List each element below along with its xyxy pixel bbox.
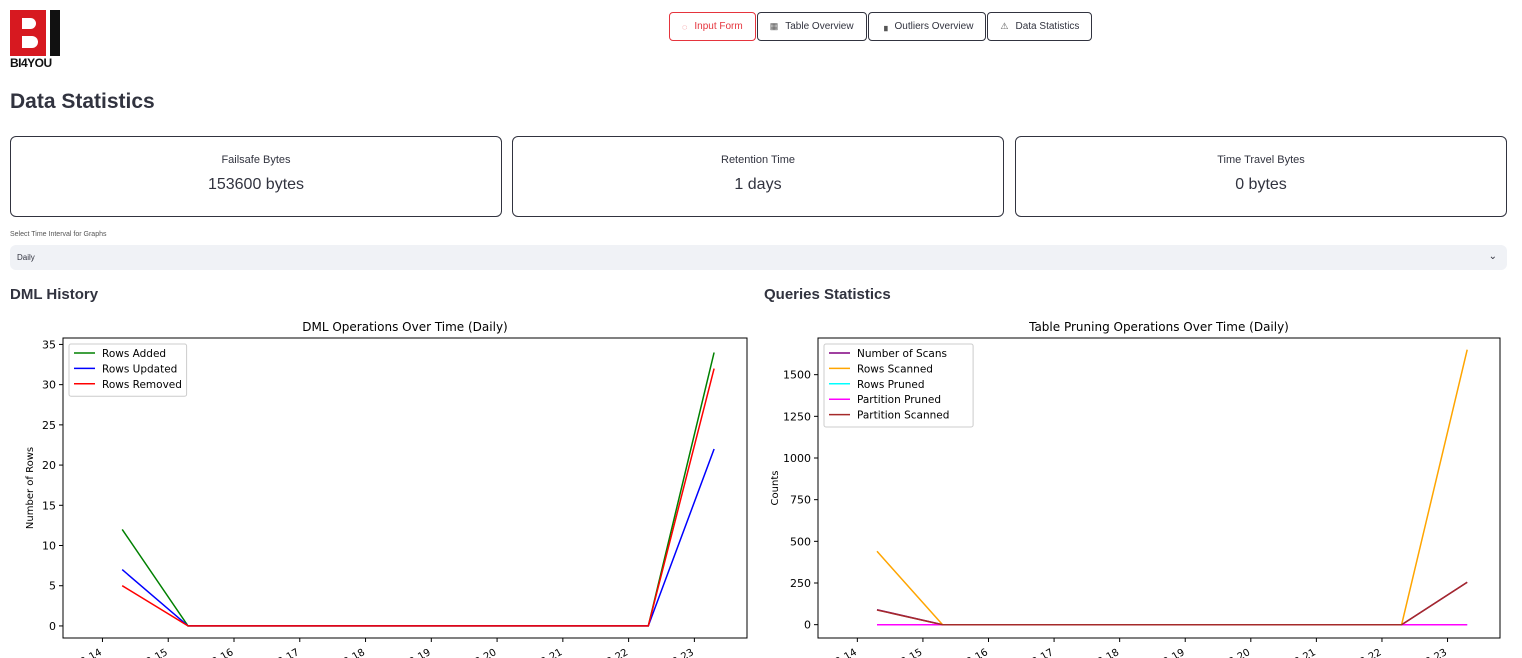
nav-input-form-button[interactable]: ◌ Input Form (669, 12, 756, 41)
legend-label: Partition Pruned (857, 394, 941, 406)
dml-history-heading: DML History (10, 286, 99, 303)
legend-label: Number of Scans (857, 348, 947, 360)
logo-i-mark (50, 10, 60, 56)
top-nav: ◌ Input Form ▦ Table Overview ▗ Outliers… (669, 12, 1093, 41)
y-axis-label: Counts (770, 471, 781, 506)
metric-card-failsafe: Failsafe Bytes 153600 bytes (10, 136, 502, 217)
nav-label: Data Statistics (1015, 21, 1080, 32)
legend-label: Rows Updated (102, 363, 177, 375)
chevron-down-icon: ⌄ (1488, 251, 1497, 262)
interval-select-value: Daily (17, 253, 35, 262)
x-tick-label: 2-21 (539, 647, 564, 658)
x-tick-label: 2-22 (1358, 647, 1383, 658)
legend-label: Rows Pruned (857, 379, 925, 391)
page-title: Data Statistics (10, 90, 155, 113)
y-tick-label: 35 (42, 338, 56, 351)
y-tick-label: 1250 (783, 410, 811, 423)
metric-value: 153600 bytes (207, 176, 305, 193)
metric-card-time-travel: Time Travel Bytes 0 bytes (1015, 136, 1507, 217)
y-tick-label: 20 (42, 459, 56, 472)
x-tick-label: 2-23 (671, 647, 696, 658)
dml-operations-chart: DML Operations Over Time (Daily) 0 5 10 15 20… (25, 320, 748, 658)
metric-value: 0 bytes (1235, 176, 1287, 193)
nav-label: Outliers Overview (894, 21, 974, 32)
x-tick-label: -2-14 (76, 647, 104, 658)
y-tick-label: 15 (42, 499, 56, 512)
y-tick-label: 10 (42, 540, 56, 553)
legend-label: Rows Scanned (857, 363, 933, 375)
series-line-number-of-scans (876, 581, 1468, 626)
x-tick-label: 2-15 (145, 647, 170, 658)
logo-b-mark (10, 10, 46, 56)
nav-table-overview-button[interactable]: ▦ Table Overview (756, 12, 867, 41)
nav-label: Table Overview (785, 21, 854, 32)
metric-label: Failsafe Bytes (221, 154, 291, 166)
interval-select[interactable]: Daily ⌄ (10, 245, 1507, 270)
nav-outliers-overview-button[interactable]: ▗ Outliers Overview (867, 12, 987, 41)
x-tick-label: 2-16 (965, 647, 990, 658)
y-tick-label: 750 (790, 494, 811, 507)
x-tick-label: 2-20 (473, 647, 498, 658)
chart-title: Table Pruning Operations Over Time (Dail… (1028, 320, 1289, 334)
x-tick-label: 2-17 (276, 647, 301, 658)
y-tick-label: 25 (42, 419, 56, 432)
metric-card-retention: Retention Time 1 days (512, 136, 1004, 217)
y-tick-label: 0 (804, 619, 811, 632)
nav-label: Input Form (694, 21, 743, 32)
x-tick-label: 2-23 (1424, 647, 1449, 658)
series-line-rows-removed (121, 368, 715, 627)
chart-title: DML Operations Over Time (Daily) (302, 320, 507, 334)
logo-text: BI4YOU (10, 56, 52, 70)
legend-label: Rows Removed (102, 379, 182, 391)
y-axis-label: Number of Rows (25, 447, 36, 529)
x-tick-label: 2-21 (1293, 647, 1318, 658)
y-tick-label: 500 (790, 535, 811, 548)
x-tick-label: 2-22 (605, 647, 630, 658)
x-tick-label: 2-19 (408, 647, 433, 658)
x-tick-label: 2-19 (1162, 647, 1187, 658)
series-line-rows-updated (121, 448, 715, 627)
y-tick-label: 0 (49, 620, 56, 633)
metric-label: Time Travel Bytes (1217, 154, 1305, 166)
y-tick-label: 5 (49, 580, 56, 593)
x-tick-label: 2-20 (1227, 647, 1252, 658)
nav-data-statistics-button[interactable]: ⚠ Data Statistics (987, 12, 1093, 41)
series-line-partition-scanned (876, 581, 1468, 626)
y-tick-label: 1000 (783, 452, 811, 465)
interval-select-label: Select Time Interval for Graphs (10, 231, 107, 238)
x-tick-label: -2-14 (831, 647, 859, 658)
bi4you-logo: BI4YOU (10, 10, 62, 70)
metric-value: 1 days (734, 176, 782, 193)
x-tick-label: 2-15 (899, 647, 924, 658)
y-tick-label: 1500 (783, 369, 811, 382)
y-tick-label: 250 (790, 577, 811, 590)
warning-icon: ⚠ (1000, 21, 1009, 31)
refresh-icon: ◌ (682, 21, 688, 32)
series-line-rows-added (121, 352, 715, 627)
table-icon: ▦ (769, 21, 779, 31)
metric-label: Retention Time (721, 154, 795, 166)
x-tick-label: 2-16 (210, 647, 235, 658)
table-pruning-chart: Table Pruning Operations Over Time (Dail… (770, 320, 1501, 658)
bar-chart-icon: ▗ (880, 21, 888, 31)
x-tick-label: 2-17 (1030, 647, 1055, 658)
y-tick-label: 30 (42, 379, 56, 392)
queries-statistics-heading: Queries Statistics (764, 286, 891, 303)
x-tick-label: 2-18 (1096, 647, 1121, 658)
legend-label: Rows Added (102, 348, 166, 360)
legend-label: Partition Scanned (857, 410, 949, 422)
x-tick-label: 2-18 (342, 647, 367, 658)
